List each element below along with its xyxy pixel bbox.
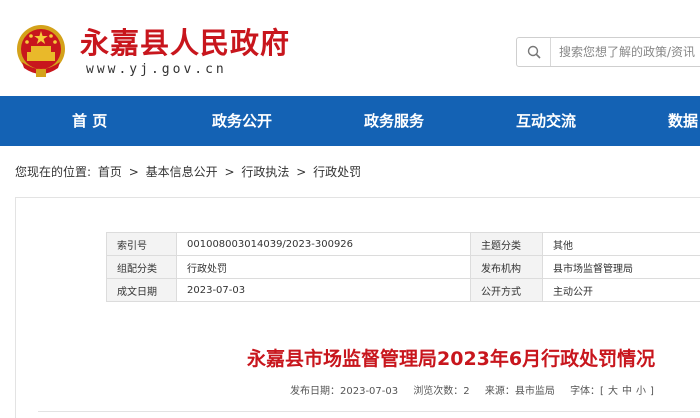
nav-item-gov-affairs[interactable]: 政务公开	[212, 96, 272, 146]
breadcrumb: 您现在的位置: 首页 > 基本信息公开 > 行政执法 > 行政处罚	[15, 163, 364, 180]
info-table: 索引号 001008003014039/2023-300926 主题分类 其他 …	[106, 232, 700, 302]
divider	[38, 411, 700, 412]
breadcrumb-separator: >	[128, 165, 139, 179]
breadcrumb-item-law-enforcement[interactable]: 行政执法	[241, 165, 289, 179]
topic-value: 其他	[542, 232, 700, 256]
nav-item-home[interactable]: 首 页	[72, 96, 107, 146]
breadcrumb-item-home[interactable]: 首页	[98, 165, 122, 179]
font-size-close: ]	[649, 386, 654, 397]
date-value: 2023-07-03	[176, 278, 471, 302]
article-meta: 发布日期：2023-07-03 浏览次数：2 来源：县市监局 字体：[ 大中小]	[290, 382, 666, 397]
breadcrumb-separator: >	[224, 165, 235, 179]
table-row: 组配分类 行政处罚 发布机构 县市场监督管理局	[106, 255, 700, 279]
breadcrumb-item-penalty[interactable]: 行政处罚	[313, 165, 361, 179]
org-value: 行政处罚	[176, 255, 471, 279]
org-label: 组配分类	[106, 255, 177, 279]
table-row: 索引号 001008003014039/2023-300926 主题分类 其他	[106, 232, 700, 256]
article-source: 来源：县市监局	[484, 386, 555, 397]
breadcrumb-prefix: 您现在的位置:	[15, 165, 92, 179]
issuer-value: 县市场监督管理局	[542, 255, 700, 279]
search-icon[interactable]	[517, 38, 551, 66]
publish-date: 发布日期：2023-07-03	[290, 386, 399, 397]
font-size-label: 字体：[	[570, 386, 604, 397]
view-count: 浏览次数：2	[413, 386, 470, 397]
breadcrumb-separator: >	[296, 165, 307, 179]
table-row: 成文日期 2023-07-03 公开方式 主动公开	[106, 278, 700, 302]
main-nav: 首 页 政务公开 政务服务 互动交流 数据	[0, 96, 700, 146]
font-large-button[interactable]: 大	[608, 386, 618, 397]
site-url: www.yj.gov.cn	[86, 62, 227, 77]
site-name[interactable]: 永嘉县人民政府	[80, 20, 290, 62]
national-emblem-icon	[17, 25, 65, 77]
topic-label: 主题分类	[470, 232, 543, 256]
mode-value: 主动公开	[542, 278, 700, 302]
nav-item-data[interactable]: 数据	[668, 96, 698, 146]
site-header: 永嘉县人民政府 www.yj.gov.cn	[0, 0, 700, 96]
nav-item-interaction[interactable]: 互动交流	[516, 96, 576, 146]
search-input[interactable]	[551, 39, 700, 65]
date-label: 成文日期	[106, 278, 177, 302]
index-label: 索引号	[106, 232, 177, 256]
breadcrumb-item-basic-info[interactable]: 基本信息公开	[146, 165, 218, 179]
issuer-label: 发布机构	[470, 255, 543, 279]
font-medium-button[interactable]: 中	[622, 386, 632, 397]
mode-label: 公开方式	[470, 278, 543, 302]
search-box	[516, 37, 700, 67]
index-value: 001008003014039/2023-300926	[176, 232, 471, 256]
nav-item-gov-services[interactable]: 政务服务	[364, 96, 424, 146]
font-small-button[interactable]: 小	[636, 386, 646, 397]
article-title: 永嘉县市场监督管理局2023年6月行政处罚情况	[247, 348, 656, 370]
